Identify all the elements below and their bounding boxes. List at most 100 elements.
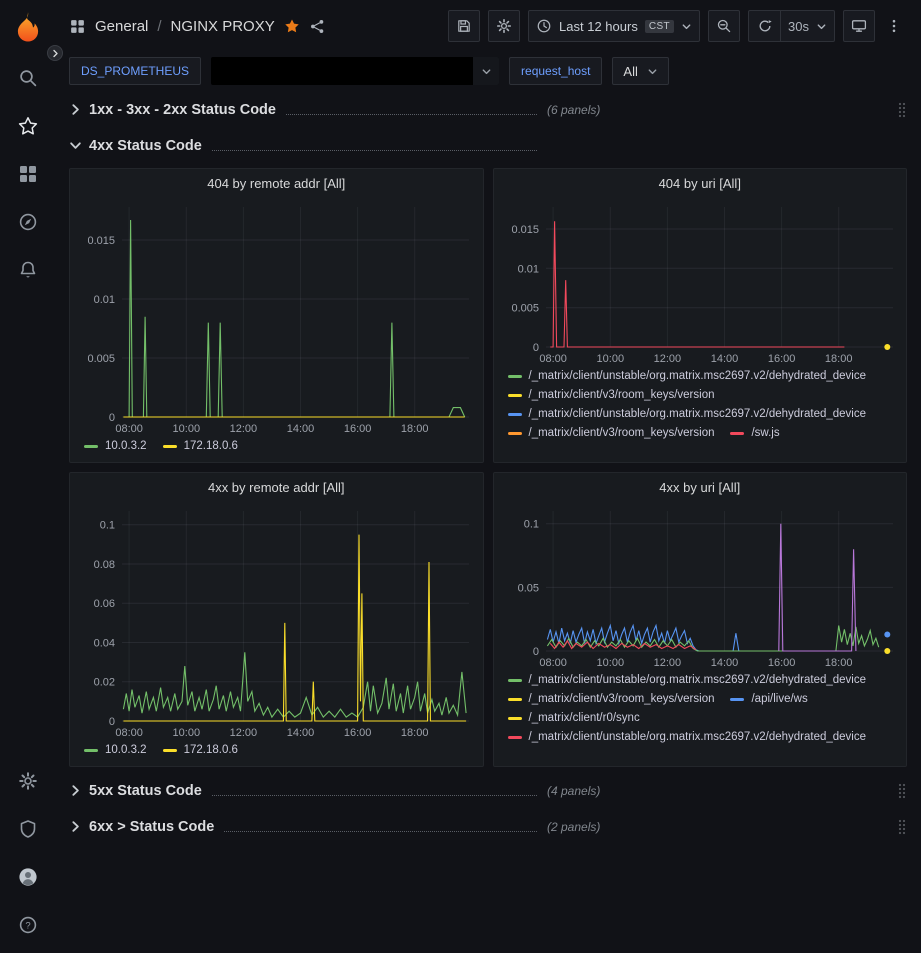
svg-text:10:00: 10:00 xyxy=(596,353,624,365)
expand-sidebar-button[interactable] xyxy=(47,45,63,61)
row-title: 6xx > Status Code xyxy=(89,819,214,835)
avatar xyxy=(18,867,38,887)
request-host-variable-label[interactable]: request_host xyxy=(509,57,602,85)
legend-item[interactable]: /sw.js xyxy=(730,427,779,439)
svg-text:16:00: 16:00 xyxy=(344,727,372,739)
chevron-down-icon xyxy=(69,139,82,152)
row-title-group: 6xx > Status Code xyxy=(69,819,547,835)
share-button[interactable] xyxy=(309,18,326,35)
legend-item[interactable]: /_matrix/client/unstable/org.matrix.msc2… xyxy=(508,408,867,420)
grafana-logo[interactable] xyxy=(0,0,55,54)
row-panel-count: (4 panels) xyxy=(547,784,600,798)
svg-text:12:00: 12:00 xyxy=(230,727,258,739)
caret-down-icon xyxy=(816,21,827,32)
datasource-variable-label[interactable]: DS_PROMETHEUS xyxy=(69,57,201,85)
legend-item[interactable]: 10.0.3.2 xyxy=(84,744,147,756)
cycle-view-mode-button[interactable] xyxy=(843,10,875,42)
row-dotted-filler xyxy=(286,114,537,115)
legend-item[interactable]: 172.18.0.6 xyxy=(163,440,238,452)
request-host-variable-value: All xyxy=(623,64,637,79)
refresh-interval-dropdown[interactable]: 30s xyxy=(780,10,835,42)
legend-item[interactable]: /_matrix/client/r0/sync xyxy=(508,712,640,724)
sidebar-item-dashboards[interactable] xyxy=(0,150,55,198)
monitor-icon xyxy=(851,18,867,34)
panel-4xx-by-remote-addr: 4xx by remote addr [All] 08:0010:0012:00… xyxy=(69,472,484,767)
sidebar-item-alerting[interactable] xyxy=(0,246,55,294)
row-1xx-3xx-2xx[interactable]: 1xx - 3xx - 2xx Status Code (6 panels) xyxy=(69,96,907,123)
row-6xx[interactable]: 6xx > Status Code (2 panels) xyxy=(69,813,907,840)
grafana-flame-icon xyxy=(11,10,45,44)
sidebar-item-profile[interactable] xyxy=(0,853,55,901)
save-dashboard-button[interactable] xyxy=(448,10,480,42)
svg-text:14:00: 14:00 xyxy=(710,353,738,365)
compass-icon xyxy=(18,212,38,232)
svg-text:10:00: 10:00 xyxy=(173,727,201,739)
datasource-variable-select[interactable] xyxy=(211,57,499,85)
favorite-button[interactable] xyxy=(284,18,300,34)
request-host-variable-select[interactable]: All xyxy=(612,57,668,85)
legend-item[interactable]: /_matrix/client/v3/room_keys/version xyxy=(508,389,715,401)
svg-text:14:00: 14:00 xyxy=(710,657,738,669)
refresh-interval-label: 30s xyxy=(788,19,809,34)
row-4xx[interactable]: 4xx Status Code xyxy=(69,132,907,159)
refresh-icon xyxy=(757,18,773,34)
sidebar-item-server-admin[interactable] xyxy=(0,805,55,853)
caret-down-icon xyxy=(681,21,692,32)
svg-text:14:00: 14:00 xyxy=(287,727,315,739)
chevron-right-icon xyxy=(69,820,82,833)
time-series-chart[interactable]: 08:0010:0012:0014:0016:0018:0000.0050.01… xyxy=(70,197,483,437)
svg-text:18:00: 18:00 xyxy=(401,727,429,739)
svg-text:0.1: 0.1 xyxy=(523,519,538,531)
sidebar-item-starred[interactable] xyxy=(0,102,55,150)
sidebar-item-configuration[interactable] xyxy=(0,757,55,805)
more-options-button[interactable] xyxy=(883,10,905,42)
time-series-chart[interactable]: 08:0010:0012:0014:0016:0018:0000.0050.01… xyxy=(494,197,907,367)
row-dotted-filler xyxy=(212,795,537,796)
row-drag-handle[interactable] xyxy=(897,101,907,119)
row-drag-handle[interactable] xyxy=(897,782,907,800)
svg-text:0: 0 xyxy=(109,412,115,424)
row-dotted-filler xyxy=(212,150,537,151)
panel-4xx-by-uri: 4xx by uri [All] 08:0010:0012:0014:0016:… xyxy=(493,472,908,767)
refresh-button[interactable] xyxy=(748,10,780,42)
panel-title[interactable]: 4xx by remote addr [All] xyxy=(70,473,483,501)
svg-text:16:00: 16:00 xyxy=(767,353,795,365)
svg-text:0.01: 0.01 xyxy=(94,294,115,306)
svg-text:08:00: 08:00 xyxy=(115,423,143,435)
legend-item[interactable]: /_matrix/client/unstable/org.matrix.msc2… xyxy=(508,731,867,743)
chevron-right-icon xyxy=(51,49,60,58)
breadcrumb-folder[interactable]: General xyxy=(95,18,148,35)
row-5xx[interactable]: 5xx Status Code (4 panels) xyxy=(69,777,907,804)
svg-text:16:00: 16:00 xyxy=(344,423,372,435)
panel-404-by-remote-addr: 404 by remote addr [All] 08:0010:0012:00… xyxy=(69,168,484,463)
page-title[interactable]: NGINX PROXY xyxy=(171,18,275,35)
panel-title[interactable]: 404 by remote addr [All] xyxy=(70,169,483,197)
time-range-picker[interactable]: Last 12 hours CST xyxy=(528,10,700,42)
sidebar-item-explore[interactable] xyxy=(0,198,55,246)
sidebar-item-search[interactable] xyxy=(0,54,55,102)
panel-title[interactable]: 4xx by uri [All] xyxy=(494,473,907,501)
dashboard-settings-button[interactable] xyxy=(488,10,520,42)
legend-item[interactable]: /_matrix/client/v3/room_keys/version xyxy=(508,427,715,439)
svg-text:0.05: 0.05 xyxy=(517,582,538,594)
sidebar-item-help[interactable]: ? xyxy=(0,901,55,949)
time-series-chart[interactable]: 08:0010:0012:0014:0016:0018:0000.050.1 xyxy=(494,501,907,671)
topbar: General / NGINX PROXY Last 12 hours CST xyxy=(55,0,921,52)
row-drag-handle[interactable] xyxy=(897,818,907,836)
legend-item[interactable]: 172.18.0.6 xyxy=(163,744,238,756)
svg-text:0: 0 xyxy=(532,646,538,658)
time-series-chart[interactable]: 08:0010:0012:0014:0016:0018:0000.020.040… xyxy=(70,501,483,741)
legend-item[interactable]: 10.0.3.2 xyxy=(84,440,147,452)
svg-text:0.015: 0.015 xyxy=(511,224,539,236)
svg-text:08:00: 08:00 xyxy=(539,657,567,669)
zoom-out-time-button[interactable] xyxy=(708,10,740,42)
breadcrumb-separator: / xyxy=(157,18,161,35)
legend-item[interactable]: /api/live/ws xyxy=(730,693,807,705)
legend-item[interactable]: /_matrix/client/unstable/org.matrix.msc2… xyxy=(508,370,867,382)
shield-icon xyxy=(18,819,38,839)
help-icon: ? xyxy=(18,915,38,935)
legend-item[interactable]: /_matrix/client/unstable/org.matrix.msc2… xyxy=(508,674,867,686)
svg-text:0: 0 xyxy=(109,716,115,728)
panel-title[interactable]: 404 by uri [All] xyxy=(494,169,907,197)
legend-item[interactable]: /_matrix/client/v3/room_keys/version xyxy=(508,693,715,705)
